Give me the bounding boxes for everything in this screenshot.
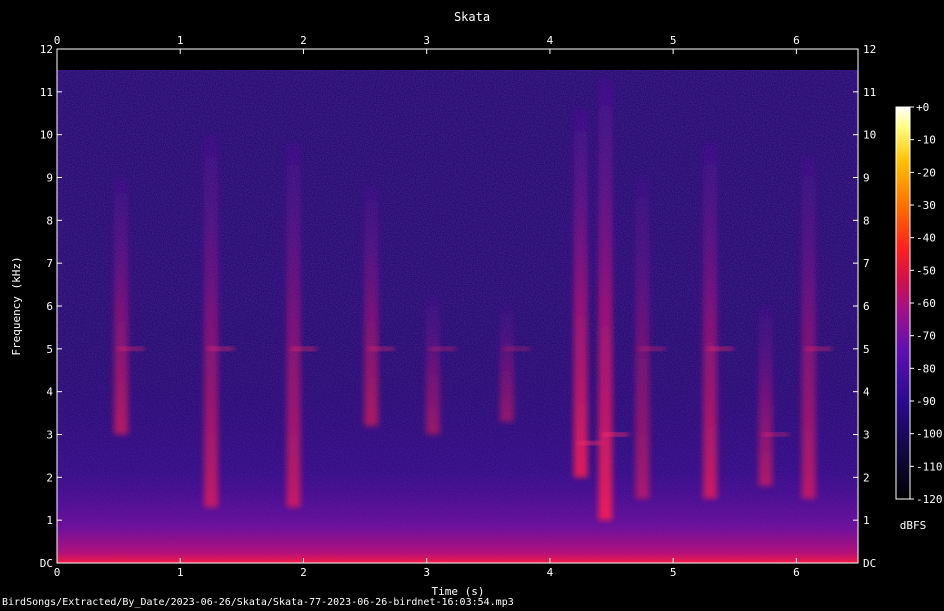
low-frequency-floor bbox=[57, 300, 858, 563]
y-tick-label: 4 bbox=[46, 386, 53, 399]
colorbar-tick-label: -10 bbox=[916, 134, 936, 147]
x-tick-label: 0 bbox=[54, 566, 61, 579]
y-tick-label-right: 7 bbox=[863, 257, 870, 270]
colorbar bbox=[896, 107, 910, 499]
x-tick-label: 5 bbox=[670, 566, 677, 579]
colorbar-tick-label: -120 bbox=[916, 493, 943, 506]
colorbar-tick-label: -60 bbox=[916, 297, 936, 310]
x-tick-label-top: 3 bbox=[423, 34, 430, 47]
y-tick-label-right: 9 bbox=[863, 172, 870, 185]
call-streak bbox=[425, 297, 440, 435]
y-tick-label-right: 11 bbox=[863, 86, 876, 99]
colorbar-tick-label: -20 bbox=[916, 166, 936, 179]
y-tick-label: 8 bbox=[46, 214, 53, 227]
call-peak-band bbox=[639, 346, 666, 351]
call-streak bbox=[635, 177, 650, 499]
colorbar-tick-label: -50 bbox=[916, 264, 936, 277]
x-tick-label: 6 bbox=[793, 566, 800, 579]
x-tick-label-top: 2 bbox=[300, 34, 307, 47]
call-streak bbox=[114, 177, 129, 435]
y-tick-label-right: 4 bbox=[863, 386, 870, 399]
call-streak bbox=[204, 134, 219, 508]
y-tick-label-right: 10 bbox=[863, 129, 876, 142]
y-tick-label-right: 2 bbox=[863, 471, 870, 484]
x-tick-label: 2 bbox=[300, 566, 307, 579]
call-peak-band bbox=[368, 346, 395, 351]
y-tick-label-right: 6 bbox=[863, 300, 870, 313]
call-peak-band bbox=[429, 346, 456, 351]
y-tick-label-right: 1 bbox=[863, 514, 870, 527]
colorbar-tick-label: -100 bbox=[916, 428, 943, 441]
x-tick-label-top: 6 bbox=[793, 34, 800, 47]
call-streak bbox=[758, 306, 773, 486]
y-tick-label: 2 bbox=[46, 471, 53, 484]
y-tick-label: 6 bbox=[46, 300, 53, 313]
y-tick-label-right: 12 bbox=[863, 43, 876, 56]
colorbar-tick-label: -40 bbox=[916, 232, 936, 245]
call-peak-band bbox=[503, 346, 530, 351]
call-peak-band bbox=[707, 346, 734, 351]
colorbar-tick-label: -70 bbox=[916, 330, 936, 343]
call-peak-band bbox=[762, 432, 789, 437]
colorbar-tick-label: -80 bbox=[916, 362, 936, 375]
call-peak-band bbox=[290, 346, 317, 351]
colorbar-tick-label: +0 bbox=[916, 101, 929, 114]
chart-title: Skata bbox=[454, 10, 490, 24]
y-tick-label: 3 bbox=[46, 429, 53, 442]
y-tick-label: 5 bbox=[46, 343, 53, 356]
call-streak bbox=[703, 143, 718, 499]
y-tick-label-right: 3 bbox=[863, 429, 870, 442]
x-tick-label-top: 4 bbox=[547, 34, 554, 47]
y-tick-label-right: 8 bbox=[863, 214, 870, 227]
call-streak bbox=[598, 78, 613, 521]
colorbar-tick-label: -30 bbox=[916, 199, 936, 212]
call-peak-band bbox=[208, 346, 235, 351]
call-streak bbox=[286, 143, 301, 508]
call-streak bbox=[499, 306, 514, 422]
x-tick-label: 1 bbox=[177, 566, 184, 579]
colorbar-ticks: +0 -10 -20 -30 -40 -50 -60 -70 -80 -90 -100 -110 -12… bbox=[910, 101, 943, 506]
y-tick-label: 11 bbox=[40, 86, 53, 99]
y-tick-label: 7 bbox=[46, 257, 53, 270]
call-streak bbox=[364, 186, 379, 426]
call-streak bbox=[801, 156, 816, 499]
y-tick-label: 12 bbox=[40, 43, 53, 56]
call-peak-band bbox=[805, 346, 832, 351]
y-axis-label: Frequency (kHz) bbox=[10, 256, 23, 355]
y-tick-label: 1 bbox=[46, 514, 53, 527]
y-tick-label-right: DC bbox=[863, 557, 876, 570]
colorbar-tick-label: -90 bbox=[916, 395, 936, 408]
y-tick-label: 10 bbox=[40, 129, 53, 142]
y-tick-label: DC bbox=[40, 557, 53, 570]
colorbar-label: dBFS bbox=[900, 519, 927, 532]
plot-area bbox=[57, 49, 858, 563]
x-tick-label-top: 0 bbox=[54, 34, 61, 47]
colorbar-tick-label: -110 bbox=[916, 460, 943, 473]
call-peak-band bbox=[602, 432, 629, 437]
call-streak bbox=[573, 108, 588, 478]
y-tick-label: 9 bbox=[46, 172, 53, 185]
spectrogram-chart: Skata 00112233445566 DC DC1 12 23 34 45 56 67 78… bbox=[10, 10, 943, 598]
x-tick-label: 4 bbox=[547, 566, 554, 579]
x-tick-label-top: 1 bbox=[177, 34, 184, 47]
source-file-path: BirdSongs/Extracted/By_Date/2023-06-26/S… bbox=[2, 597, 514, 608]
x-tick-label-top: 5 bbox=[670, 34, 677, 47]
x-tick-label: 3 bbox=[423, 566, 430, 579]
y-tick-label-right: 5 bbox=[863, 343, 870, 356]
call-peak-band bbox=[118, 346, 145, 351]
